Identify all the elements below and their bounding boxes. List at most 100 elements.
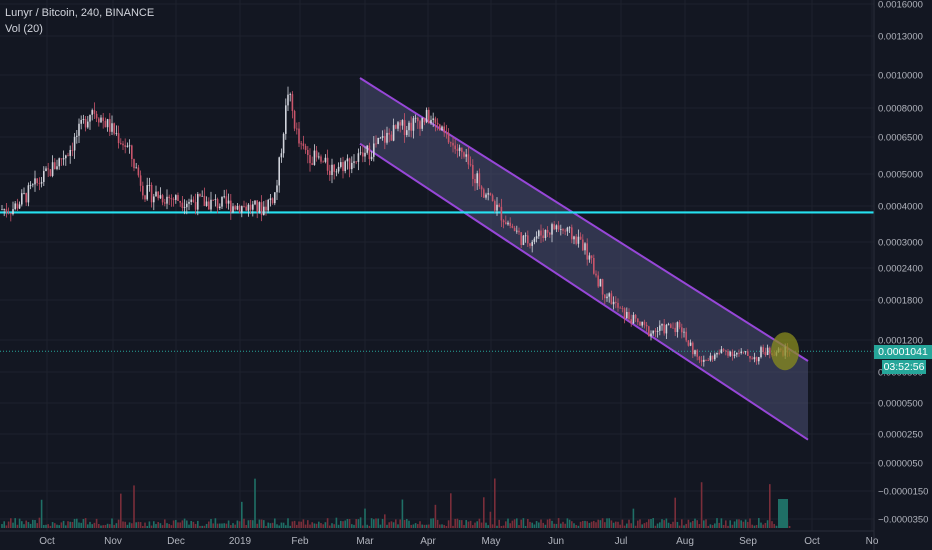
- candle-body: [700, 359, 703, 362]
- time-tick-label: Nov: [104, 536, 122, 547]
- candle-body: [150, 185, 153, 203]
- highlight-circle[interactable]: [771, 332, 799, 371]
- volume-bar: [630, 523, 632, 528]
- volume-bar: [531, 522, 533, 528]
- candle-body: [263, 206, 265, 215]
- volume-bar: [148, 521, 151, 528]
- volume-bar: [353, 524, 355, 528]
- volume-bar: [153, 521, 155, 528]
- candle-body: [641, 321, 643, 326]
- candle-body: [689, 342, 692, 346]
- candle-body: [476, 173, 478, 184]
- volume-bar: [403, 519, 406, 528]
- volume-bar: [687, 519, 690, 528]
- candle-body: [489, 193, 492, 196]
- volume-bar: [703, 520, 705, 528]
- candle-body: [282, 133, 285, 154]
- volume-bar: [89, 521, 91, 528]
- candle-body: [450, 142, 452, 144]
- price-tick-label: 0.0002400: [878, 264, 923, 275]
- volume-bar: [535, 521, 538, 528]
- volume-bar: [720, 518, 723, 528]
- candle-body: [245, 206, 247, 211]
- volume-bar: [115, 523, 118, 528]
- candle-body: [692, 342, 694, 355]
- volume-bar: [98, 523, 100, 528]
- candle-body: [34, 178, 36, 185]
- volume-bar: [601, 518, 604, 528]
- volume-bar: [329, 525, 331, 528]
- volume-bar: [423, 524, 426, 528]
- volume-bar: [276, 524, 278, 528]
- volume-bar: [309, 524, 311, 528]
- candle-body: [146, 185, 148, 200]
- volume-bar: [106, 523, 109, 528]
- candle-body: [324, 157, 327, 162]
- volume-bar: [608, 518, 610, 528]
- candle-body: [333, 164, 335, 172]
- candle-body: [445, 132, 448, 134]
- candle-body: [73, 136, 76, 151]
- candle-body: [751, 358, 753, 360]
- candle-body: [364, 152, 366, 157]
- volume-bar: [241, 501, 243, 528]
- candle-body: [632, 314, 635, 324]
- candle-body: [293, 110, 296, 129]
- volume-bar: [293, 520, 296, 528]
- candle-body: [513, 227, 516, 232]
- candle-body: [571, 227, 573, 240]
- volume-bar: [436, 519, 439, 528]
- candle-body: [392, 125, 395, 141]
- volume-bar: [370, 518, 373, 528]
- volume-bar: [483, 497, 485, 528]
- candle-body: [753, 357, 756, 360]
- candle-body: [309, 155, 311, 164]
- candle-body: [615, 301, 617, 303]
- candle-body: [1, 209, 3, 211]
- candle-body: [177, 195, 179, 202]
- candle-body: [384, 136, 386, 143]
- candle-body: [430, 119, 432, 124]
- time-tick-label: Sep: [739, 536, 757, 547]
- candle-body: [120, 143, 122, 144]
- volume-bar: [586, 521, 588, 528]
- candle-body: [586, 243, 588, 260]
- volume-bar: [733, 521, 736, 528]
- candle-body: [80, 120, 82, 124]
- candle-body: [399, 122, 401, 126]
- candle-body: [577, 236, 580, 244]
- volume-bar: [12, 522, 14, 528]
- volume-bar: [384, 514, 386, 528]
- volume-bar: [124, 521, 126, 528]
- volume-bar: [463, 525, 465, 528]
- volume-bar: [665, 518, 668, 528]
- candle-body: [564, 230, 566, 232]
- volume-bar: [599, 520, 602, 528]
- candle-body: [628, 311, 630, 320]
- candle-body: [238, 205, 241, 213]
- candle-body: [5, 209, 8, 213]
- candle-body: [221, 196, 223, 207]
- volume-bar: [571, 521, 573, 528]
- candle-body: [51, 162, 54, 176]
- volume-bar: [425, 524, 428, 528]
- volume-bar: [373, 519, 375, 528]
- volume-bar: [595, 522, 597, 528]
- volume-bar: [62, 520, 65, 528]
- candle-body: [370, 156, 373, 160]
- price-chart[interactable]: 0.0016000 0.0013000 0.0010000 0.0008000 0.00…: [0, 0, 932, 550]
- candle-body: [302, 143, 305, 146]
- candle-body: [612, 301, 615, 305]
- candle-body: [40, 181, 43, 184]
- candle-body: [637, 318, 639, 323]
- candle-body: [381, 136, 384, 138]
- candle-body: [670, 324, 672, 328]
- candle-body: [128, 145, 131, 147]
- candle-body: [14, 203, 16, 210]
- candle-body: [241, 206, 243, 213]
- candle-body: [491, 195, 494, 202]
- volume-bar: [313, 523, 316, 528]
- volume-bar: [637, 520, 639, 528]
- time-tick-label: No: [866, 536, 879, 547]
- volume-bar: [577, 525, 580, 528]
